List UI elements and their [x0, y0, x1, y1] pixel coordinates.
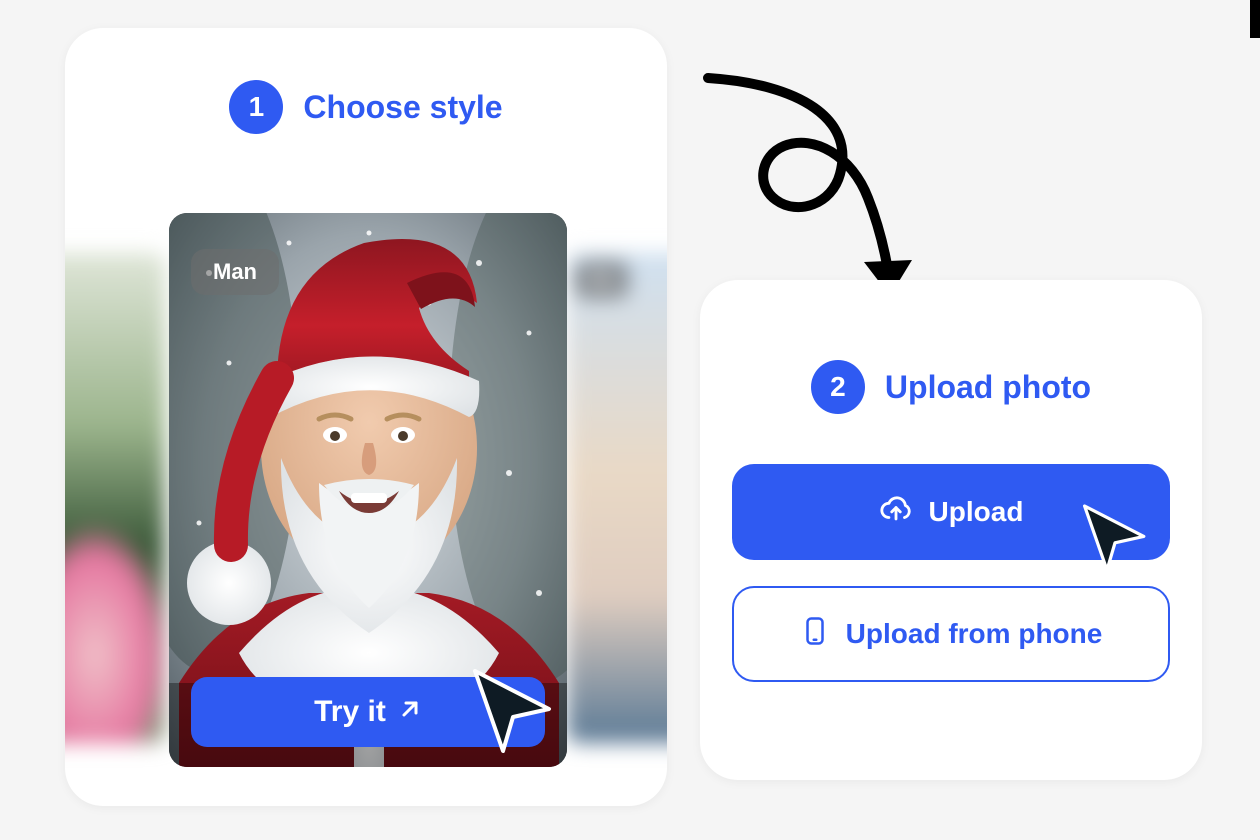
- style-gender-badge: Man: [191, 249, 279, 295]
- try-it-label: Try it: [314, 695, 386, 729]
- upload-from-phone-label: Upload from phone: [846, 618, 1103, 650]
- upload-button[interactable]: Upload: [732, 464, 1170, 560]
- carousel-preview-left[interactable]: [65, 253, 165, 743]
- cloud-upload-icon: [879, 492, 913, 533]
- step-2-title: Upload photo: [885, 369, 1091, 406]
- phone-icon: [800, 616, 830, 653]
- step-number-badge: 1: [229, 80, 283, 134]
- carousel-preview-right[interactable]: Ma: [567, 253, 667, 743]
- choose-style-card: 1 Choose style Ma: [65, 28, 667, 806]
- step-1-header: 1 Choose style: [65, 80, 667, 134]
- try-it-button[interactable]: Try it: [191, 677, 545, 747]
- side-badge-label: Ma: [575, 261, 628, 298]
- step-1-title: Choose style: [303, 89, 502, 126]
- upload-photo-card: 2 Upload photo Upload Upload from phone: [700, 280, 1202, 780]
- style-option-card[interactable]: Man Try it: [169, 213, 567, 767]
- style-carousel: Ma: [65, 213, 667, 769]
- arrow-up-right-icon: [398, 695, 422, 729]
- step-2-header: 2 Upload photo: [732, 360, 1170, 414]
- step-number-badge: 2: [811, 360, 865, 414]
- upload-label: Upload: [929, 496, 1024, 528]
- upload-from-phone-button[interactable]: Upload from phone: [732, 586, 1170, 682]
- corner-decoration: [1250, 0, 1260, 38]
